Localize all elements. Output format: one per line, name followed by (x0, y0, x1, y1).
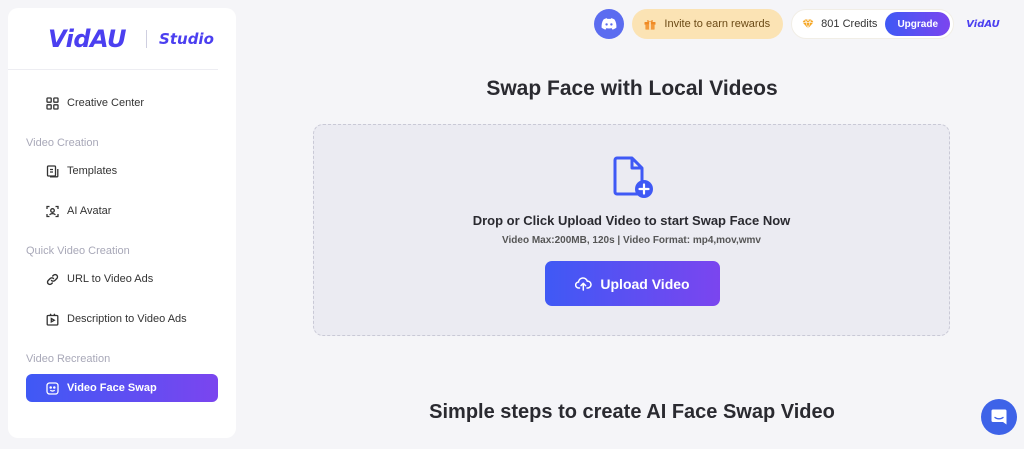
credits-panel: 801 Credits Upgrade (791, 9, 954, 39)
gift-icon (644, 19, 656, 30)
sidebar-item-label: AI Avatar (67, 205, 112, 217)
discord-icon (601, 18, 617, 30)
template-icon (46, 164, 59, 178)
upload-video-label: Upload Video (600, 275, 690, 292)
sidebar: VidAU Studio Creative Center Video Creat… (8, 8, 236, 438)
link-icon (46, 273, 59, 286)
studio-label: Studio (159, 29, 214, 48)
sidebar-item-creative-center[interactable]: Creative Center (26, 89, 218, 117)
page-title: Swap Face with Local Videos (486, 77, 778, 100)
brand-header: VidAU Studio (8, 8, 218, 70)
credits-count: 801 Credits (821, 18, 878, 30)
sidebar-item-label: Templates (67, 165, 118, 177)
invite-button[interactable]: Invite to earn rewards (632, 9, 784, 39)
brand-divider (146, 29, 148, 48)
chat-support-button[interactable] (981, 399, 1017, 435)
sidebar-item-url-to-video-ads[interactable]: URL to Video Ads (26, 265, 218, 293)
account-avatar[interactable]: VidAU (966, 19, 1000, 30)
section-video-recreation: Video Recreation (26, 353, 111, 365)
sidebar-item-label: Description to Video Ads (67, 313, 187, 325)
cloud-upload-icon (575, 276, 593, 291)
face-swap-icon (46, 381, 59, 395)
chat-icon (991, 409, 1007, 425)
video-dropzone[interactable]: Drop or Click Upload Video to start Swap… (313, 124, 950, 336)
avatar-scan-icon (46, 205, 59, 218)
discord-button[interactable] (594, 9, 625, 39)
sidebar-item-video-face-swap[interactable]: Video Face Swap (26, 374, 218, 402)
dropzone-requirements: Video Max:200MB, 120s | Video Format: mp… (502, 235, 761, 246)
sidebar-item-description-to-video-ads[interactable]: Description to Video Ads (26, 305, 218, 333)
sidebar-item-label: URL to Video Ads (67, 273, 154, 285)
section-quick-video-creation: Quick Video Creation (26, 245, 130, 257)
add-file-icon (613, 155, 655, 206)
sidebar-item-templates[interactable]: Templates (26, 157, 218, 185)
vidau-logo[interactable]: VidAU (48, 25, 127, 53)
video-file-icon (46, 312, 59, 326)
steps-title: Simple steps to create AI Face Swap Vide… (429, 401, 835, 423)
sidebar-item-ai-avatar[interactable]: AI Avatar (26, 197, 218, 225)
upload-video-button[interactable]: Upload Video (545, 261, 720, 306)
sidebar-item-label: Video Face Swap (67, 382, 157, 394)
upgrade-button[interactable]: Upgrade (885, 12, 950, 36)
grid-icon (46, 96, 59, 110)
section-video-creation: Video Creation (26, 137, 99, 149)
top-bar: Invite to earn rewards 801 Credits Upgra… (594, 8, 1000, 40)
diamond-icon (802, 19, 814, 29)
dropzone-heading: Drop or Click Upload Video to start Swap… (472, 213, 791, 228)
sidebar-item-label: Creative Center (67, 97, 145, 109)
invite-label: Invite to earn rewards (664, 18, 771, 30)
